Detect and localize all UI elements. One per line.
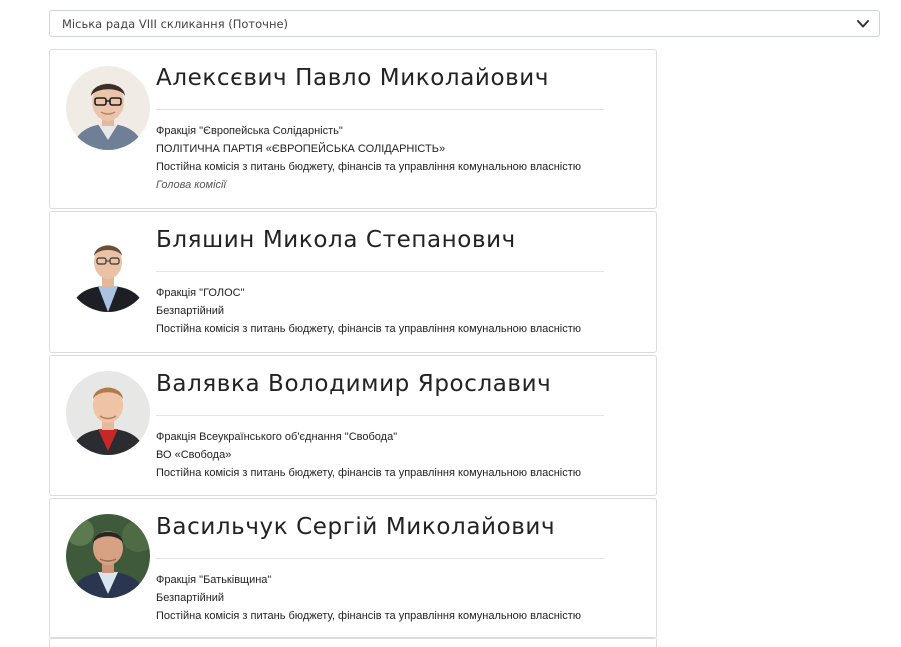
deputy-info: Фракція "ГОЛОС" Безпартійний Постійна ко… bbox=[156, 284, 581, 338]
deputy-card[interactable]: Бляшин Микола Степанович Фракція "ГОЛОС"… bbox=[49, 211, 657, 353]
deputy-photo bbox=[66, 514, 150, 598]
deputy-party: ПОЛІТИЧНА ПАРТІЯ «ЄВРОПЕЙСЬКА СОЛІДАРНІС… bbox=[156, 143, 446, 155]
deputy-card[interactable]: Валявка Володимир Ярославич Фракція Всеу… bbox=[49, 355, 657, 496]
deputy-commission: Постійна комісія з питань бюджету, фінан… bbox=[156, 323, 582, 335]
divider bbox=[156, 271, 604, 272]
divider bbox=[156, 109, 604, 110]
deputy-faction: Фракція "Батьківщина" bbox=[156, 574, 272, 586]
deputy-role: Голова комісії bbox=[156, 179, 226, 191]
deputy-photo bbox=[66, 228, 150, 312]
deputy-info: Фракція "Батьківщина" Безпартійний Пості… bbox=[156, 571, 581, 625]
deputy-name[interactable]: Алексєвич Павло Миколайович bbox=[156, 65, 549, 91]
deputy-photo bbox=[66, 371, 150, 455]
deputy-name[interactable]: Бляшин Микола Степанович bbox=[156, 227, 516, 253]
deputy-faction: Фракція "Європейська Солідарність" bbox=[156, 125, 343, 137]
chevron-down-icon bbox=[857, 20, 869, 28]
deputy-card-partial[interactable] bbox=[49, 637, 657, 647]
deputy-party: ВО «Свобода» bbox=[156, 449, 232, 461]
deputy-commission: Постійна комісія з питань бюджету, фінан… bbox=[156, 610, 582, 622]
deputy-info: Фракція "Європейська Солідарність" ПОЛІТ… bbox=[156, 122, 581, 194]
divider bbox=[156, 558, 604, 559]
deputy-list: Алексєвич Павло Миколайович Фракція "Євр… bbox=[49, 49, 657, 641]
deputy-faction: Фракція "ГОЛОС" bbox=[156, 287, 245, 299]
deputy-info: Фракція Всеукраїнського об'єднання "Своб… bbox=[156, 428, 581, 482]
deputy-party: Безпартійний bbox=[156, 305, 225, 317]
deputy-name[interactable]: Васильчук Сергій Миколайович bbox=[156, 514, 555, 540]
deputy-name[interactable]: Валявка Володимир Ярославич bbox=[156, 371, 551, 397]
deputy-photo bbox=[66, 66, 150, 150]
deputy-commission: Постійна комісія з питань бюджету, фінан… bbox=[156, 161, 582, 173]
deputy-card[interactable]: Васильчук Сергій Миколайович Фракція "Ба… bbox=[49, 498, 657, 639]
convocation-select[interactable]: Міська рада VIII скликання (Поточне) bbox=[49, 10, 880, 37]
divider bbox=[156, 415, 604, 416]
convocation-select-value: Міська рада VIII скликання (Поточне) bbox=[62, 16, 289, 31]
deputy-party: Безпартійний bbox=[156, 592, 225, 604]
deputy-card[interactable]: Алексєвич Павло Миколайович Фракція "Євр… bbox=[49, 49, 657, 209]
deputy-faction: Фракція Всеукраїнського об'єднання "Своб… bbox=[156, 431, 398, 443]
deputy-commission: Постійна комісія з питань бюджету, фінан… bbox=[156, 467, 582, 479]
